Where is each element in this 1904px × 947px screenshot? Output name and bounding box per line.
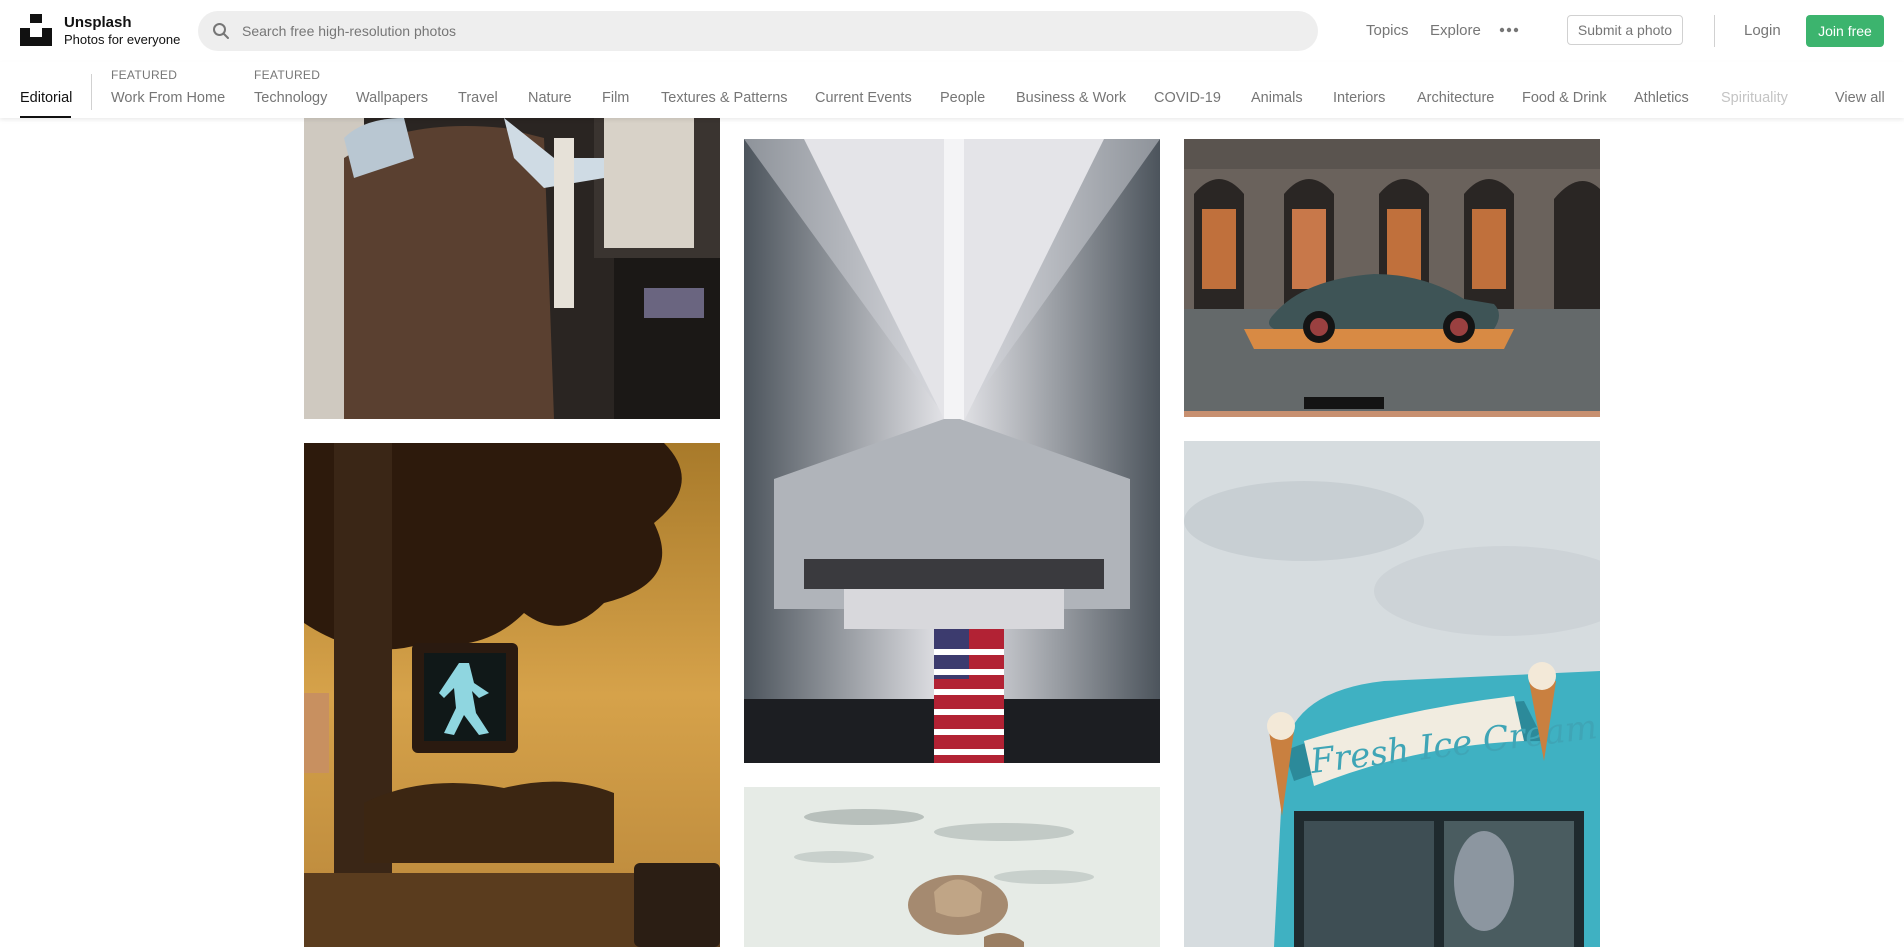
search-icon[interactable]	[212, 22, 230, 40]
brand-name[interactable]: Unsplash	[64, 14, 132, 31]
login-link[interactable]: Login	[1744, 22, 1781, 39]
active-tab-indicator	[20, 116, 71, 118]
tab-wallpapers[interactable]: Wallpapers	[356, 90, 428, 106]
tab-interiors[interactable]: Interiors	[1333, 90, 1385, 106]
nav-separator	[91, 74, 92, 110]
tab-nature[interactable]: Nature	[528, 90, 572, 106]
search-input[interactable]: Search free high-resolution photos	[242, 23, 456, 39]
photo-crosswalk-signal[interactable]	[304, 443, 720, 947]
tab-spirituality[interactable]: Spirituality	[1721, 90, 1788, 106]
top-header: Unsplash Photos for everyone Search free…	[0, 0, 1904, 62]
tab-athletics[interactable]: Athletics	[1634, 90, 1689, 106]
tab-people[interactable]: People	[940, 90, 985, 106]
tab-business-work[interactable]: Business & Work	[1016, 90, 1126, 106]
tab-work-from-home[interactable]: Work From Home	[111, 90, 225, 106]
photo-ice-cream-truck[interactable]: Fresh Ice Cream	[1184, 441, 1600, 947]
more-horizontal-icon[interactable]	[1498, 20, 1520, 40]
header-divider	[1714, 15, 1715, 47]
submit-photo-button[interactable]: Submit a photo	[1567, 15, 1683, 45]
tab-textures-patterns[interactable]: Textures & Patterns	[661, 90, 788, 106]
tab-editorial[interactable]: Editorial	[20, 90, 72, 106]
join-free-button[interactable]: Join free	[1806, 15, 1884, 47]
view-all-link[interactable]: View all	[1835, 90, 1885, 106]
tab-architecture[interactable]: Architecture	[1417, 90, 1494, 106]
explore-link[interactable]: Explore	[1430, 22, 1481, 39]
search-bar[interactable]: Search free high-resolution photos	[198, 11, 1318, 51]
tab-film[interactable]: Film	[602, 90, 629, 106]
tab-travel[interactable]: Travel	[458, 90, 498, 106]
tab-food-drink[interactable]: Food & Drink	[1522, 90, 1607, 106]
topics-link[interactable]: Topics	[1366, 22, 1409, 39]
photo-man-vest[interactable]	[304, 118, 720, 419]
category-nav: Editorial FEATURED Work From Home FEATUR…	[0, 62, 1904, 118]
tab-animals[interactable]: Animals	[1251, 90, 1303, 106]
brand-tagline: Photos for everyone	[64, 32, 181, 47]
unsplash-logo[interactable]	[20, 14, 52, 46]
tab-technology[interactable]: Technology	[254, 90, 327, 106]
tab-covid-19[interactable]: COVID-19	[1154, 90, 1221, 106]
featured-tag: FEATURED	[111, 68, 178, 82]
tab-current-events[interactable]: Current Events	[815, 90, 912, 106]
photo-sports-car[interactable]	[1184, 139, 1600, 417]
photo-hat-sky[interactable]	[744, 787, 1160, 947]
featured-tag: FEATURED	[254, 68, 321, 82]
photo-oculus-architecture[interactable]	[744, 139, 1160, 763]
